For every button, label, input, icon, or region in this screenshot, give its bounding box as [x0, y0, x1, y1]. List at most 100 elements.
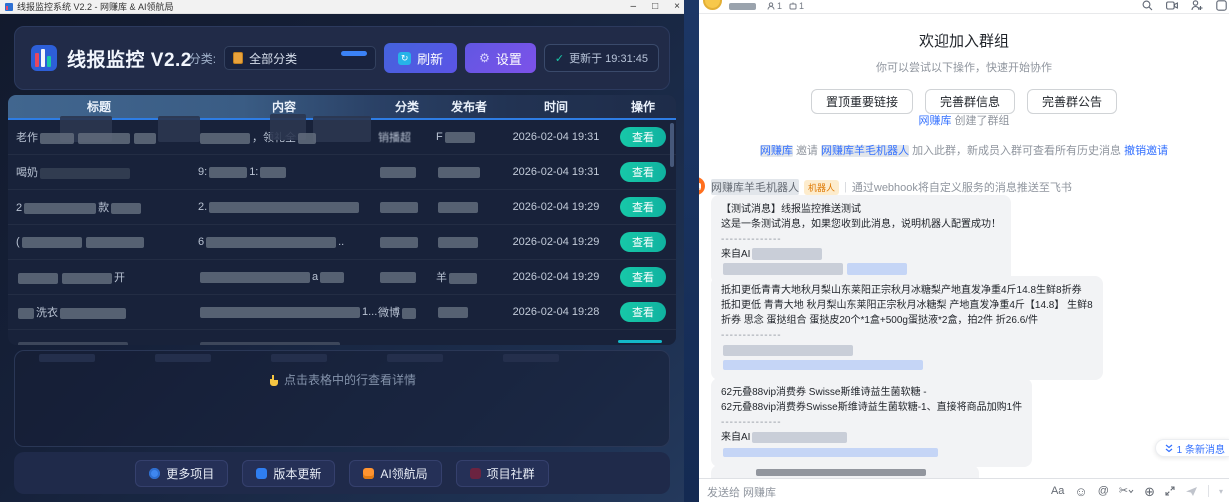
app-header-card: 线报监控 V2.2 分类: 全部分类 ↻ 刷新 ⚙ 设置 ✓: [14, 26, 670, 90]
invitee-link[interactable]: 网赚库羊毛机器人: [821, 145, 909, 157]
detail-hint: 点击表格中的行查看详情: [15, 371, 669, 389]
more-projects-button[interactable]: 更多项目: [135, 460, 228, 487]
composer-placeholder[interactable]: 发送给 网赚库: [707, 484, 776, 500]
category-label: 分类:: [189, 50, 216, 67]
category-value: 全部分类: [249, 50, 297, 67]
community-icon: [470, 468, 481, 479]
col-publisher: 发布者: [436, 95, 502, 118]
table-row[interactable]: 2款 2. 2026-02-04 19:29 查看: [8, 190, 676, 225]
composer-divider: [1208, 485, 1209, 497]
welcome-subtitle: 你可以尝试以下操作，快速开始协作: [699, 59, 1229, 75]
bot-name: 网赚库羊毛机器人: [711, 179, 799, 195]
pin-link-button[interactable]: 置顶重要链接: [811, 89, 913, 114]
close-button[interactable]: ×: [674, 0, 680, 14]
bot-badge: 机器人: [804, 180, 839, 195]
table-row[interactable]: 洗衣 1... 微博 2026-02-04 19:28 查看: [8, 295, 676, 330]
chat-app-window: 1 1 欢迎加入群组 你可以尝试以下操作，快速开始协作 置顶重要链接 完善群信息…: [684, 0, 1229, 502]
emoji-icon[interactable]: ☺: [1074, 485, 1087, 498]
report-table: 标题 内容 分类 发布者 时间 操作 老作 ，领礼全 销播超 F 2026-02…: [8, 95, 676, 345]
history-icon[interactable]: [1216, 0, 1227, 11]
creator-link[interactable]: 网赚库: [918, 115, 951, 127]
view-button[interactable]: 查看: [620, 267, 666, 287]
message-bubble[interactable]: 【测试消息】线报监控推送测试 这是一条测试消息，如果您收到此消息，说明机器人配置…: [711, 195, 1011, 284]
table-row[interactable]: 老作 ，领礼全 销播超 F 2026-02-04 19:31 查看: [8, 120, 676, 155]
bot-count[interactable]: 1: [789, 1, 804, 11]
window-title: 线报监控系统 V2.2 - 网赚库 & AI领航局: [17, 0, 174, 13]
chat-header: 1 1: [699, 0, 1229, 14]
message-bubble[interactable]: 抵扣更低青青大地秋月梨山东莱阳正宗秋月冰糖梨产地直发净重4斤14.8生鲜8折券 …: [711, 276, 1103, 380]
table-row[interactable]: 喝奶 9:1: 2026-02-04 19:31 查看: [8, 155, 676, 190]
app-icon: [5, 3, 13, 11]
view-button[interactable]: 查看: [620, 127, 666, 147]
col-time: 时间: [502, 95, 610, 118]
col-action: 操作: [610, 95, 676, 118]
table-row[interactable]: 开 a 羊 2026-02-04 19:29 查看: [8, 260, 676, 295]
edit-announcement-button[interactable]: 完善群公告: [1027, 89, 1117, 114]
chat-sidebar-strip: [684, 0, 699, 502]
group-name: [729, 3, 756, 10]
video-call-icon[interactable]: [1166, 0, 1178, 11]
chevron-double-down-icon: [1165, 444, 1173, 453]
robot-icon: [363, 468, 374, 479]
window-titlebar: 线报监控系统 V2.2 - 网赚库 & AI领航局 – □ ×: [0, 0, 684, 14]
detail-panel: 点击表格中的行查看详情: [14, 350, 670, 447]
view-button[interactable]: 查看: [620, 197, 666, 217]
add-member-icon[interactable]: [1191, 0, 1203, 11]
view-button[interactable]: 查看: [620, 302, 666, 322]
welcome-block: 欢迎加入群组 你可以尝试以下操作，快速开始协作 置顶重要链接 完善群信息 完善群…: [699, 30, 1229, 114]
col-category: 分类: [378, 95, 436, 118]
mention-icon[interactable]: @: [1098, 486, 1109, 497]
edit-group-info-button[interactable]: 完善群信息: [925, 89, 1015, 114]
welcome-title: 欢迎加入群组: [699, 30, 1229, 51]
screenshot-icon[interactable]: ✂: [1119, 486, 1134, 497]
view-button[interactable]: 查看: [620, 162, 666, 182]
expand-icon[interactable]: [1165, 486, 1175, 496]
col-title: 标题: [8, 95, 190, 118]
font-style-icon[interactable]: Aa: [1051, 486, 1064, 497]
footer-links-bar: 更多项目 版本更新 AI领航局 项目社群: [14, 452, 670, 494]
pointing-hand-icon: [268, 374, 279, 389]
send-options-caret[interactable]: ▾: [1219, 487, 1223, 496]
app-title: 线报监控 V2.2: [67, 45, 192, 72]
app-logo-icon: [31, 45, 57, 71]
clipboard-icon: [233, 52, 243, 64]
maximize-button[interactable]: □: [652, 0, 658, 14]
horizontal-scrollbar[interactable]: [618, 340, 662, 343]
inviter-link[interactable]: 网赚库: [760, 145, 793, 157]
system-message-created: 网赚库 创建了群组: [699, 112, 1229, 128]
select-indicator: [341, 51, 367, 56]
monitor-app-window: 线报监控系统 V2.2 - 网赚库 & AI领航局 – □ × 线报监控 V2.…: [0, 0, 684, 502]
bot-description: 通过webhook将自定义服务的消息推送至飞书: [852, 179, 1072, 195]
globe-icon: [149, 468, 160, 479]
version-update-button[interactable]: 版本更新: [242, 460, 335, 487]
table-row-partial: [8, 330, 676, 345]
message-bubble-partial: [711, 465, 979, 478]
last-updated-badge: ✓ 更新于 19:31:45: [544, 44, 659, 72]
refresh-button[interactable]: ↻ 刷新: [384, 43, 457, 73]
vertical-scrollbar[interactable]: [670, 123, 674, 167]
message-bubble[interactable]: 62元叠88vip消费券 Swisse斯维诗益生菌软糖 - 62元叠88vip消…: [711, 378, 1032, 467]
view-button[interactable]: 查看: [620, 232, 666, 252]
send-icon[interactable]: [1185, 486, 1198, 497]
box-icon: [256, 468, 267, 479]
attach-plus-icon[interactable]: ⊕: [1144, 485, 1155, 498]
refresh-icon: ↻: [398, 52, 411, 65]
revoke-invite-link[interactable]: 撤销邀请: [1124, 145, 1168, 157]
member-count[interactable]: 1: [767, 1, 782, 11]
table-row[interactable]: ( 6.. 2026-02-04 19:29 查看: [8, 225, 676, 260]
new-message-pill[interactable]: 1 条新消息: [1155, 439, 1229, 457]
system-message-invite: 网赚库 邀请 网赚库羊毛机器人 加入此群，新成员入群可查看所有历史消息 撤销邀请: [699, 142, 1229, 158]
search-icon[interactable]: [1142, 0, 1153, 11]
chat-message-list: 欢迎加入群组 你可以尝试以下操作，快速开始协作 置顶重要链接 完善群信息 完善群…: [699, 14, 1229, 478]
app-body: 线报监控 V2.2 分类: 全部分类 ↻ 刷新 ⚙ 设置 ✓: [0, 14, 684, 502]
message-composer[interactable]: 发送给 网赚库 Aa ☺ @ ✂ ⊕ ▾: [699, 478, 1229, 502]
community-button[interactable]: 项目社群: [456, 460, 549, 487]
minimize-button[interactable]: –: [631, 0, 637, 14]
bot-avatar[interactable]: [699, 177, 705, 195]
settings-button[interactable]: ⚙ 设置: [465, 43, 536, 73]
category-select[interactable]: 全部分类: [224, 46, 376, 70]
group-avatar[interactable]: [703, 0, 722, 10]
check-icon: ✓: [555, 52, 564, 65]
ai-hub-button[interactable]: AI领航局: [349, 460, 441, 487]
gear-icon: ⚙: [479, 51, 490, 65]
